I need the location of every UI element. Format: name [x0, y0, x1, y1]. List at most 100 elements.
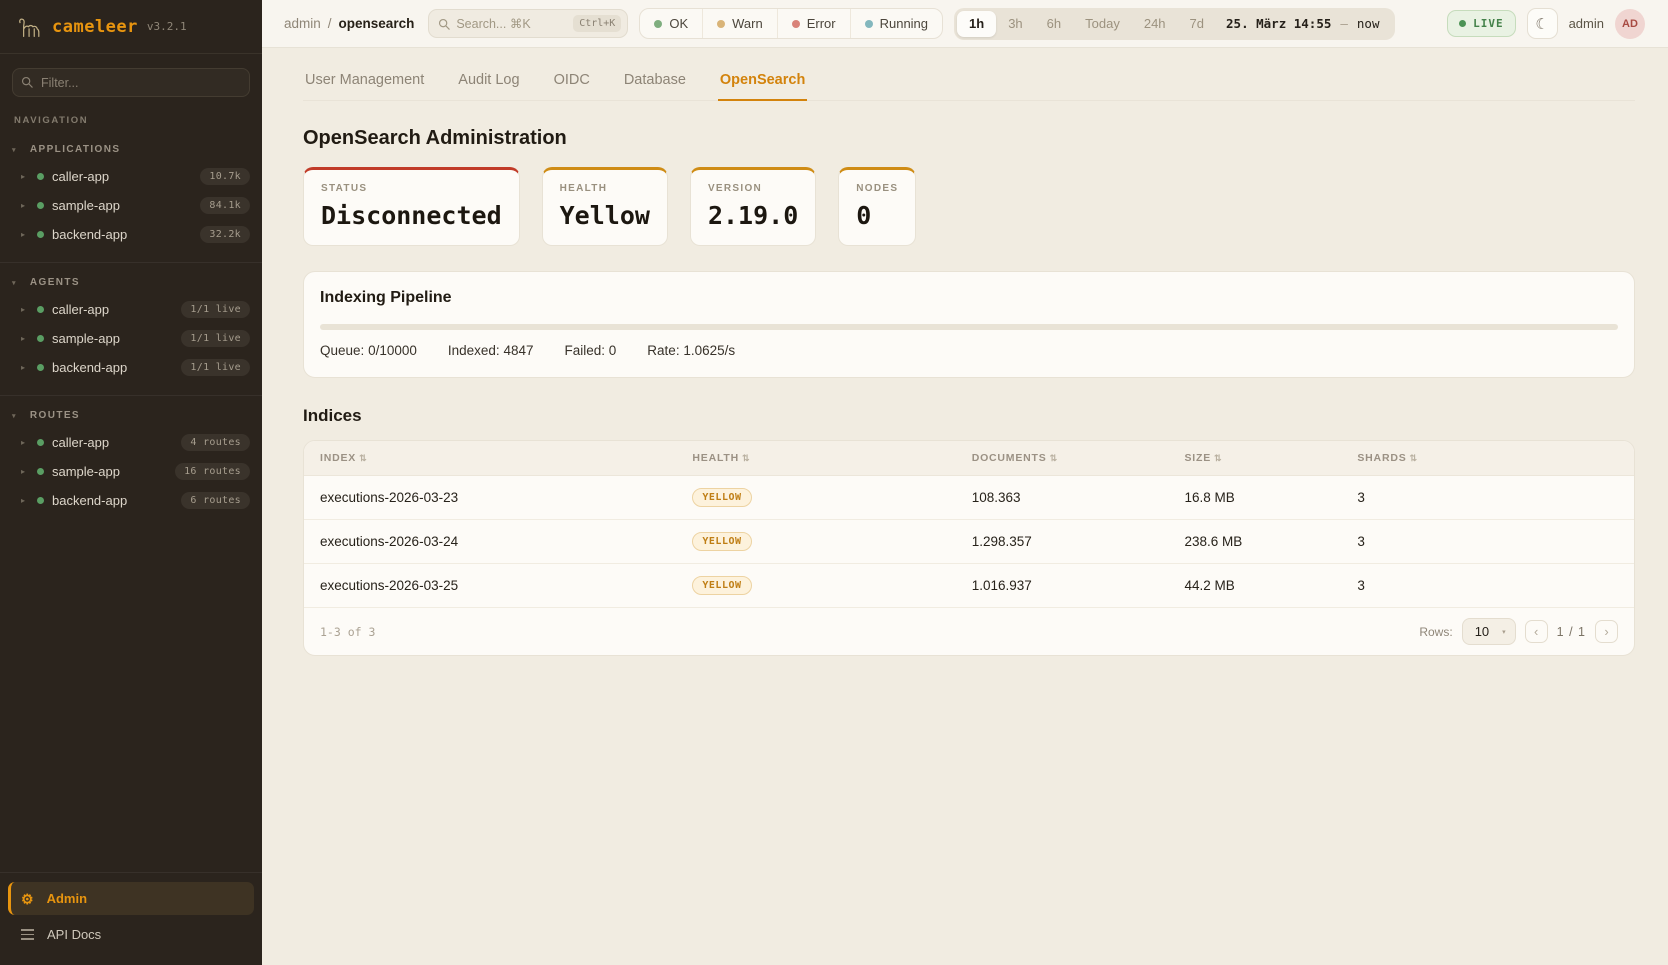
status-dot [37, 306, 44, 313]
time-range-6h[interactable]: 6h [1035, 11, 1073, 37]
live-label: LIVE [1473, 17, 1504, 30]
cell-health: YELLOW [676, 564, 955, 608]
sidebar-item-api-docs[interactable]: API Docs [8, 918, 254, 951]
filter-chip-ok[interactable]: OK [640, 9, 702, 38]
indexing-pipeline-panel: Indexing Pipeline Queue: 0/10000 Indexed… [303, 271, 1635, 378]
filter-chip-running[interactable]: Running [850, 9, 942, 38]
indices-table-card: INDEX⇅ HEALTH⇅ DOCUMENTS⇅ SIZE⇅ SHARDS⇅ … [303, 440, 1635, 656]
navigation-label: NAVIGATION [0, 97, 262, 130]
item-label: backend-app [52, 493, 127, 508]
sort-icon: ⇅ [359, 453, 367, 463]
item-label: caller-app [52, 169, 109, 184]
indices-table: INDEX⇅ HEALTH⇅ DOCUMENTS⇅ SIZE⇅ SHARDS⇅ … [304, 441, 1634, 608]
search-input[interactable] [456, 17, 567, 31]
section-label: ROUTES [30, 410, 80, 421]
cell-shards: 3 [1341, 520, 1634, 564]
item-label: sample-app [52, 464, 120, 479]
tab-database[interactable]: Database [622, 65, 688, 100]
routes-badge: 16 routes [175, 463, 250, 480]
pipeline-stat-indexed: Indexed: 4847 [448, 343, 534, 358]
breadcrumb-separator: / [328, 16, 332, 31]
sidebar-item-routes-caller[interactable]: ▸ caller-app 4 routes [0, 428, 262, 457]
rows-per-page-select[interactable]: 10 ▾ [1462, 618, 1516, 645]
stat-card-version: VERSION 2.19.0 [690, 167, 816, 246]
sidebar-section-routes[interactable]: ▾ ROUTES [0, 402, 262, 428]
sidebar-item-routes-sample[interactable]: ▸ sample-app 16 routes [0, 457, 262, 486]
item-label: backend-app [52, 360, 127, 375]
sidebar-item-agent-caller[interactable]: ▸ caller-app 1/1 live [0, 295, 262, 324]
table-row[interactable]: executions-2026-03-25 YELLOW 1.016.937 4… [304, 564, 1634, 608]
sidebar-item-app-caller[interactable]: ▸ caller-app 10.7k [0, 162, 262, 191]
cell-documents: 1.016.937 [956, 564, 1169, 608]
live-badge: 1/1 live [181, 330, 250, 347]
date-range-display[interactable]: 25. März 14:55 — now [1216, 16, 1392, 31]
app-version: v3.2.1 [147, 20, 187, 33]
stat-cards: STATUS Disconnected HEALTH Yellow VERSIO… [303, 167, 1635, 246]
time-range-today[interactable]: Today [1073, 11, 1132, 37]
col-header-documents[interactable]: DOCUMENTS⇅ [956, 441, 1169, 476]
next-page-button[interactable]: › [1595, 620, 1618, 643]
stat-value: Yellow [560, 201, 650, 230]
sidebar-item-admin[interactable]: ⚙ Admin [8, 882, 254, 915]
breadcrumb: admin / opensearch [284, 16, 414, 31]
table-row[interactable]: executions-2026-03-23 YELLOW 108.363 16.… [304, 476, 1634, 520]
time-range-1h[interactable]: 1h [957, 11, 996, 37]
avatar[interactable]: AD [1615, 9, 1645, 39]
col-header-index[interactable]: INDEX⇅ [304, 441, 676, 476]
app-logo[interactable]: cameleer v3.2.1 [0, 0, 262, 54]
pipeline-stat-rate: Rate: 1.0625/s [647, 343, 735, 358]
pipeline-stat-failed: Failed: 0 [564, 343, 616, 358]
rows-per-page-value: 10 [1475, 624, 1489, 639]
sidebar-item-agent-backend[interactable]: ▸ backend-app 1/1 live [0, 353, 262, 382]
chip-label: OK [669, 16, 688, 31]
cell-documents: 1.298.357 [956, 520, 1169, 564]
breadcrumb-parent[interactable]: admin [284, 16, 321, 31]
sidebar-nav: ▾ APPLICATIONS ▸ caller-app 10.7k ▸ samp… [0, 130, 262, 528]
pipeline-stat-queue: Queue: 0/10000 [320, 343, 417, 358]
gear-icon: ⚙ [21, 892, 34, 906]
live-dot-icon [1459, 20, 1466, 27]
theme-toggle-button[interactable]: ☾ [1527, 8, 1558, 39]
caret-down-icon: ▾ [12, 279, 17, 287]
global-search[interactable]: Ctrl+K [428, 9, 628, 38]
tab-oidc[interactable]: OIDC [552, 65, 592, 100]
col-header-shards[interactable]: SHARDS⇅ [1341, 441, 1634, 476]
col-header-health[interactable]: HEALTH⇅ [676, 441, 955, 476]
sidebar-item-routes-backend[interactable]: ▸ backend-app 6 routes [0, 486, 262, 515]
cell-index: executions-2026-03-25 [304, 564, 676, 608]
prev-page-button[interactable]: ‹ [1525, 620, 1548, 643]
sidebar-section: ▾ APPLICATIONS ▸ caller-app 10.7k ▸ samp… [0, 130, 262, 262]
filter-chip-error[interactable]: Error [777, 9, 850, 38]
sidebar-item-app-backend[interactable]: ▸ backend-app 32.2k [0, 220, 262, 249]
health-badge: YELLOW [692, 576, 751, 595]
cell-size: 16.8 MB [1168, 476, 1341, 520]
filter-chip-warn[interactable]: Warn [702, 9, 777, 38]
sidebar-section-applications[interactable]: ▾ APPLICATIONS [0, 136, 262, 162]
stat-card-status: STATUS Disconnected [303, 167, 520, 246]
tab-user-management[interactable]: User Management [303, 65, 426, 100]
table-row[interactable]: executions-2026-03-24 YELLOW 1.298.357 2… [304, 520, 1634, 564]
health-badge: YELLOW [692, 488, 751, 507]
stat-card-nodes: NODES 0 [838, 167, 916, 246]
time-range-7d[interactable]: 7d [1178, 11, 1216, 37]
chevron-right-icon: ▸ [21, 230, 29, 239]
time-range-3h[interactable]: 3h [996, 11, 1034, 37]
time-range-24h[interactable]: 24h [1132, 11, 1178, 37]
caret-down-icon: ▾ [1502, 628, 1506, 636]
sidebar-filter-input[interactable] [12, 68, 250, 97]
tab-opensearch[interactable]: OpenSearch [718, 65, 807, 101]
item-label: Admin [47, 891, 87, 906]
status-dot [37, 173, 44, 180]
col-header-size[interactable]: SIZE⇅ [1168, 441, 1341, 476]
stat-label: HEALTH [560, 183, 650, 194]
sidebar-item-app-sample[interactable]: ▸ sample-app 84.1k [0, 191, 262, 220]
stat-card-health: HEALTH Yellow [542, 167, 668, 246]
sidebar-item-agent-sample[interactable]: ▸ sample-app 1/1 live [0, 324, 262, 353]
tab-audit-log[interactable]: Audit Log [456, 65, 521, 100]
sidebar-section-agents[interactable]: ▾ AGENTS [0, 269, 262, 295]
routes-badge: 4 routes [181, 434, 250, 451]
live-badge[interactable]: LIVE [1447, 10, 1516, 37]
username: admin [1569, 16, 1604, 31]
pipeline-progress-bar [320, 324, 1618, 330]
live-badge: 1/1 live [181, 359, 250, 376]
